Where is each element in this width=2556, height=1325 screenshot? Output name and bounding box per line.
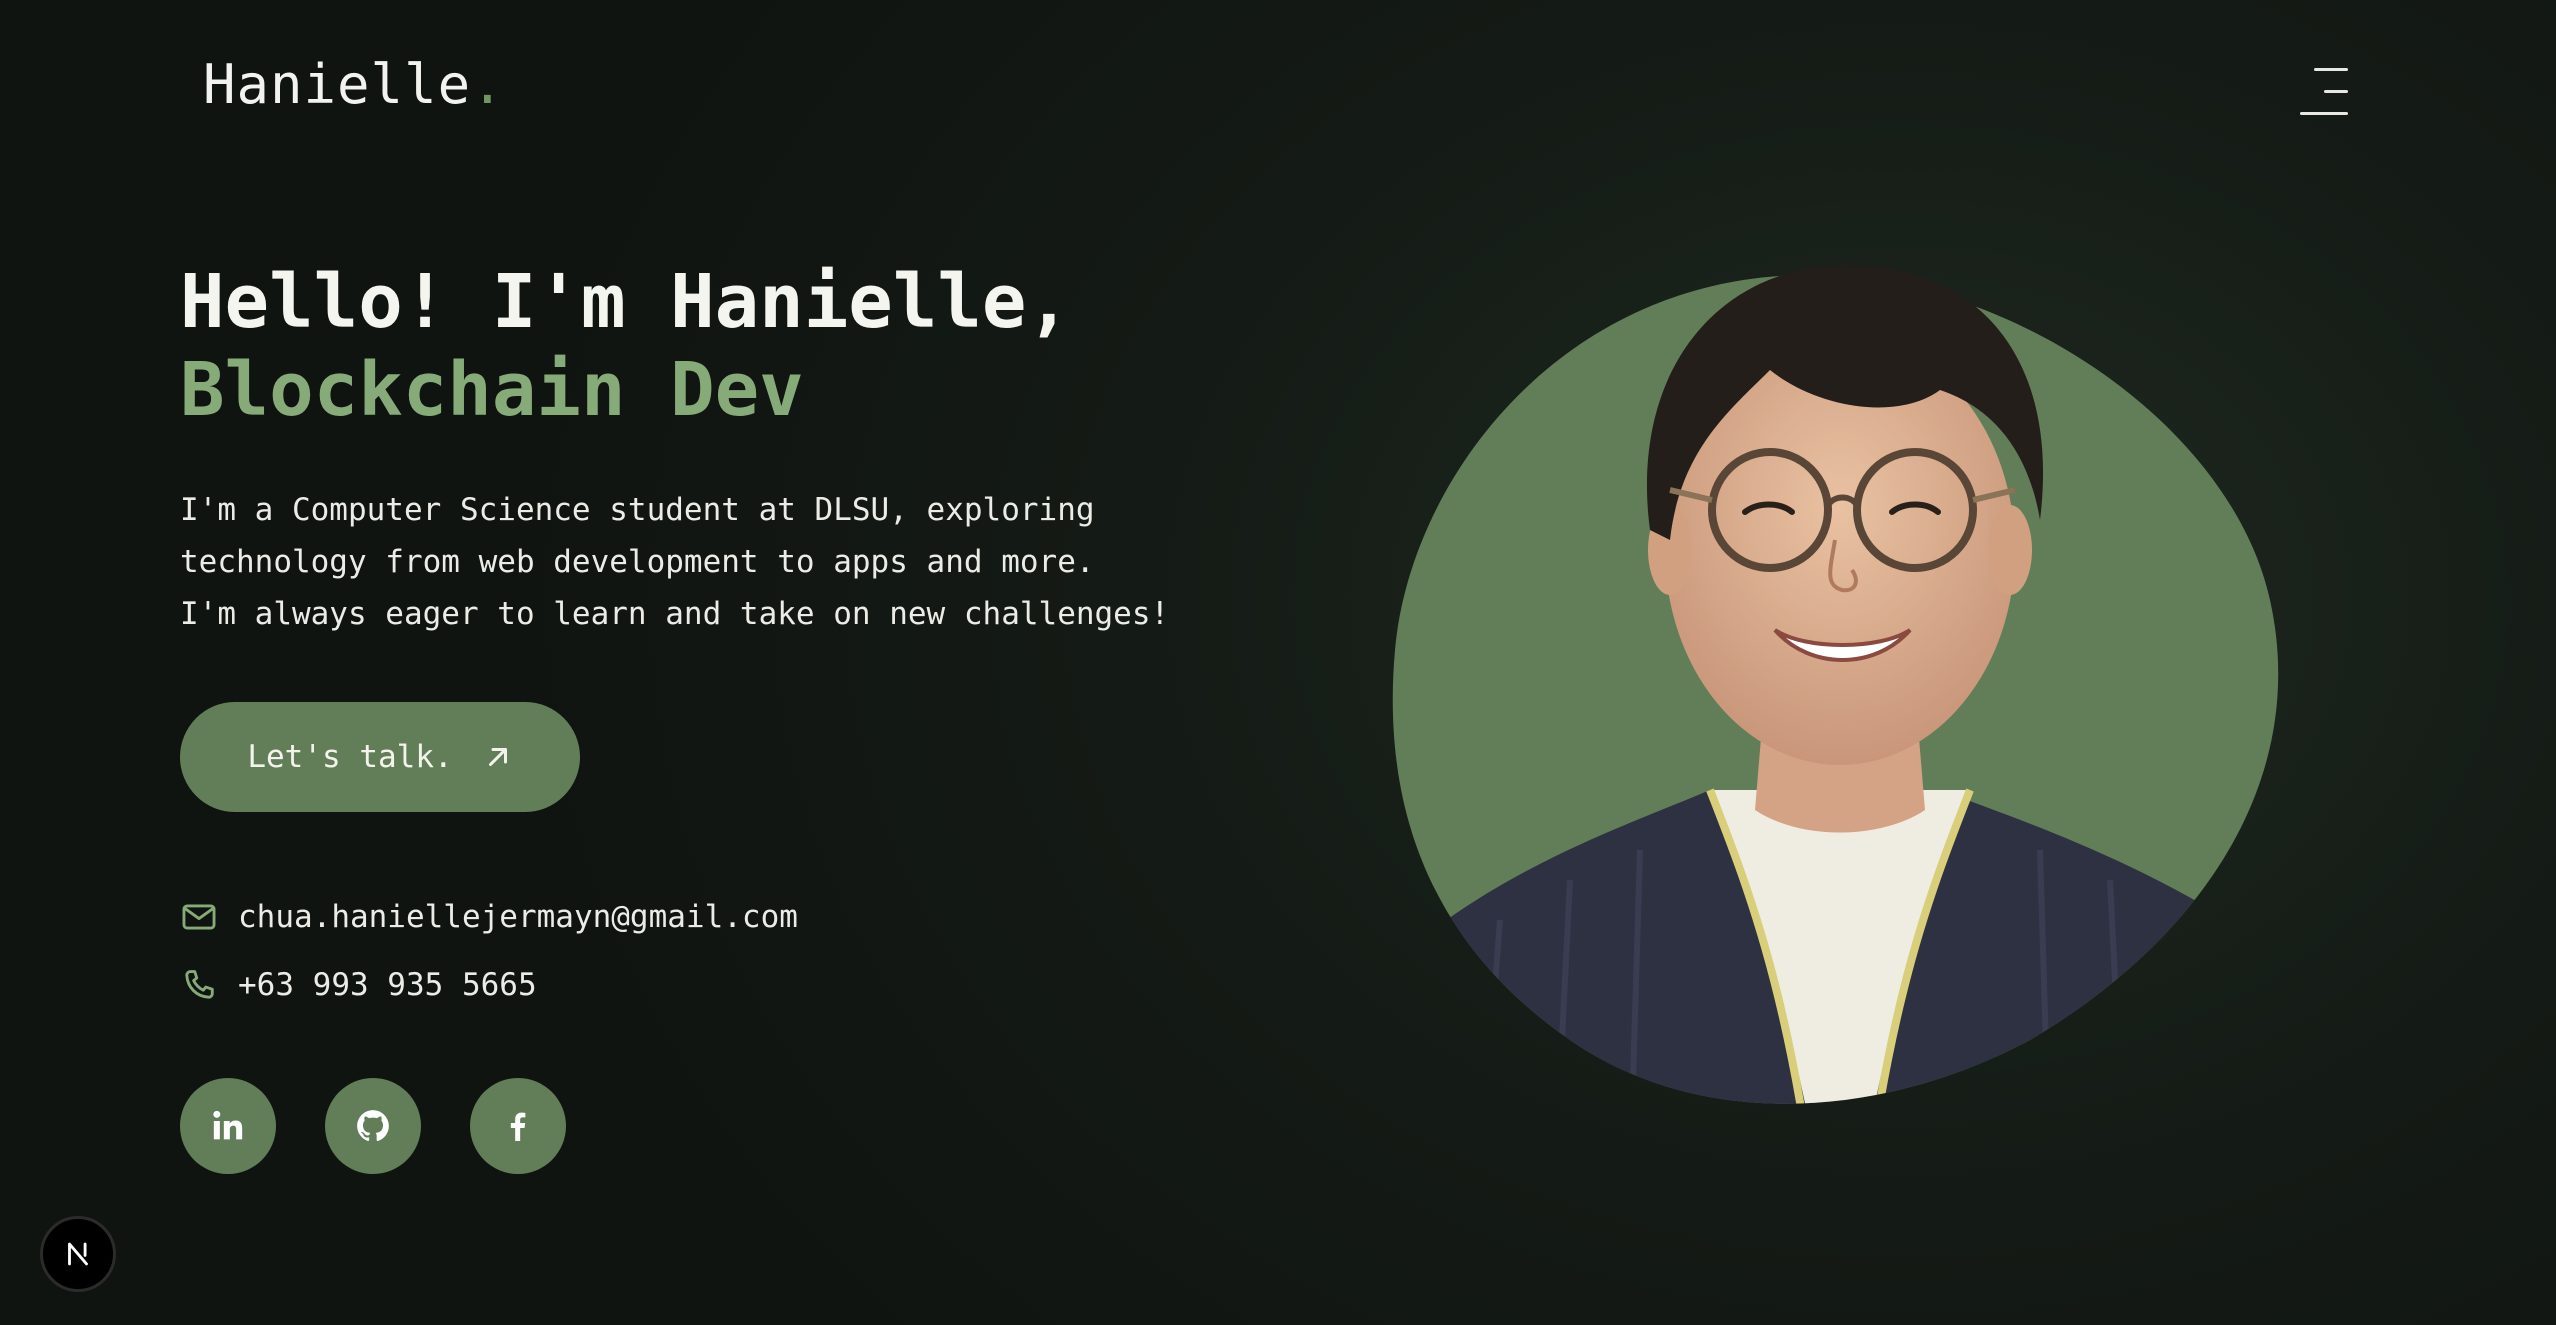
hamburger-menu-icon[interactable] [2300, 68, 2348, 116]
lets-talk-button[interactable]: Let's talk. [180, 702, 580, 812]
intro-line: I'm always eager to learn and take on ne… [180, 596, 1170, 632]
logo-text: Hanielle [203, 53, 472, 116]
phone-number[interactable]: +63 993 935 5665 [238, 967, 537, 1003]
facebook-icon [510, 1112, 526, 1141]
nextjs-icon [68, 1242, 88, 1266]
profile-portrait [1380, 220, 2300, 1180]
email-address[interactable]: chua.haniellejermayn@gmail.com [238, 899, 798, 935]
mail-icon [182, 904, 216, 930]
portrait-illustration [1392, 264, 2279, 1104]
email-contact[interactable]: chua.haniellejermayn@gmail.com [180, 898, 798, 936]
arrow-up-right-icon [488, 748, 507, 766]
phone-icon [185, 970, 214, 999]
cta-label: Let's talk. [247, 739, 453, 775]
site-logo[interactable]: Hanielle. [203, 58, 505, 112]
hero-role: Blockchain Dev [180, 347, 804, 433]
intro-line: technology from web development to apps … [180, 544, 1095, 580]
intro-paragraph: I'm a Computer Science student at DLSU, … [180, 484, 1169, 640]
intro-line: I'm a Computer Science student at DLSU, … [180, 492, 1095, 528]
social-links [180, 1078, 566, 1174]
menu-line [2314, 68, 2348, 71]
hero-greeting: Hello! I'm Hanielle, [180, 259, 1072, 345]
facebook-button[interactable] [470, 1078, 566, 1174]
github-icon [357, 1110, 389, 1142]
linkedin-icon [213, 1110, 243, 1140]
hero-heading: Hello! I'm Hanielle, Blockchain Dev [180, 258, 1071, 434]
menu-line [2324, 90, 2348, 93]
phone-contact[interactable]: +63 993 935 5665 [180, 966, 537, 1004]
linkedin-button[interactable] [180, 1078, 276, 1174]
github-button[interactable] [325, 1078, 421, 1174]
logo-dot: . [471, 53, 505, 116]
nextjs-dev-badge[interactable] [40, 1216, 116, 1292]
menu-line [2300, 112, 2348, 115]
